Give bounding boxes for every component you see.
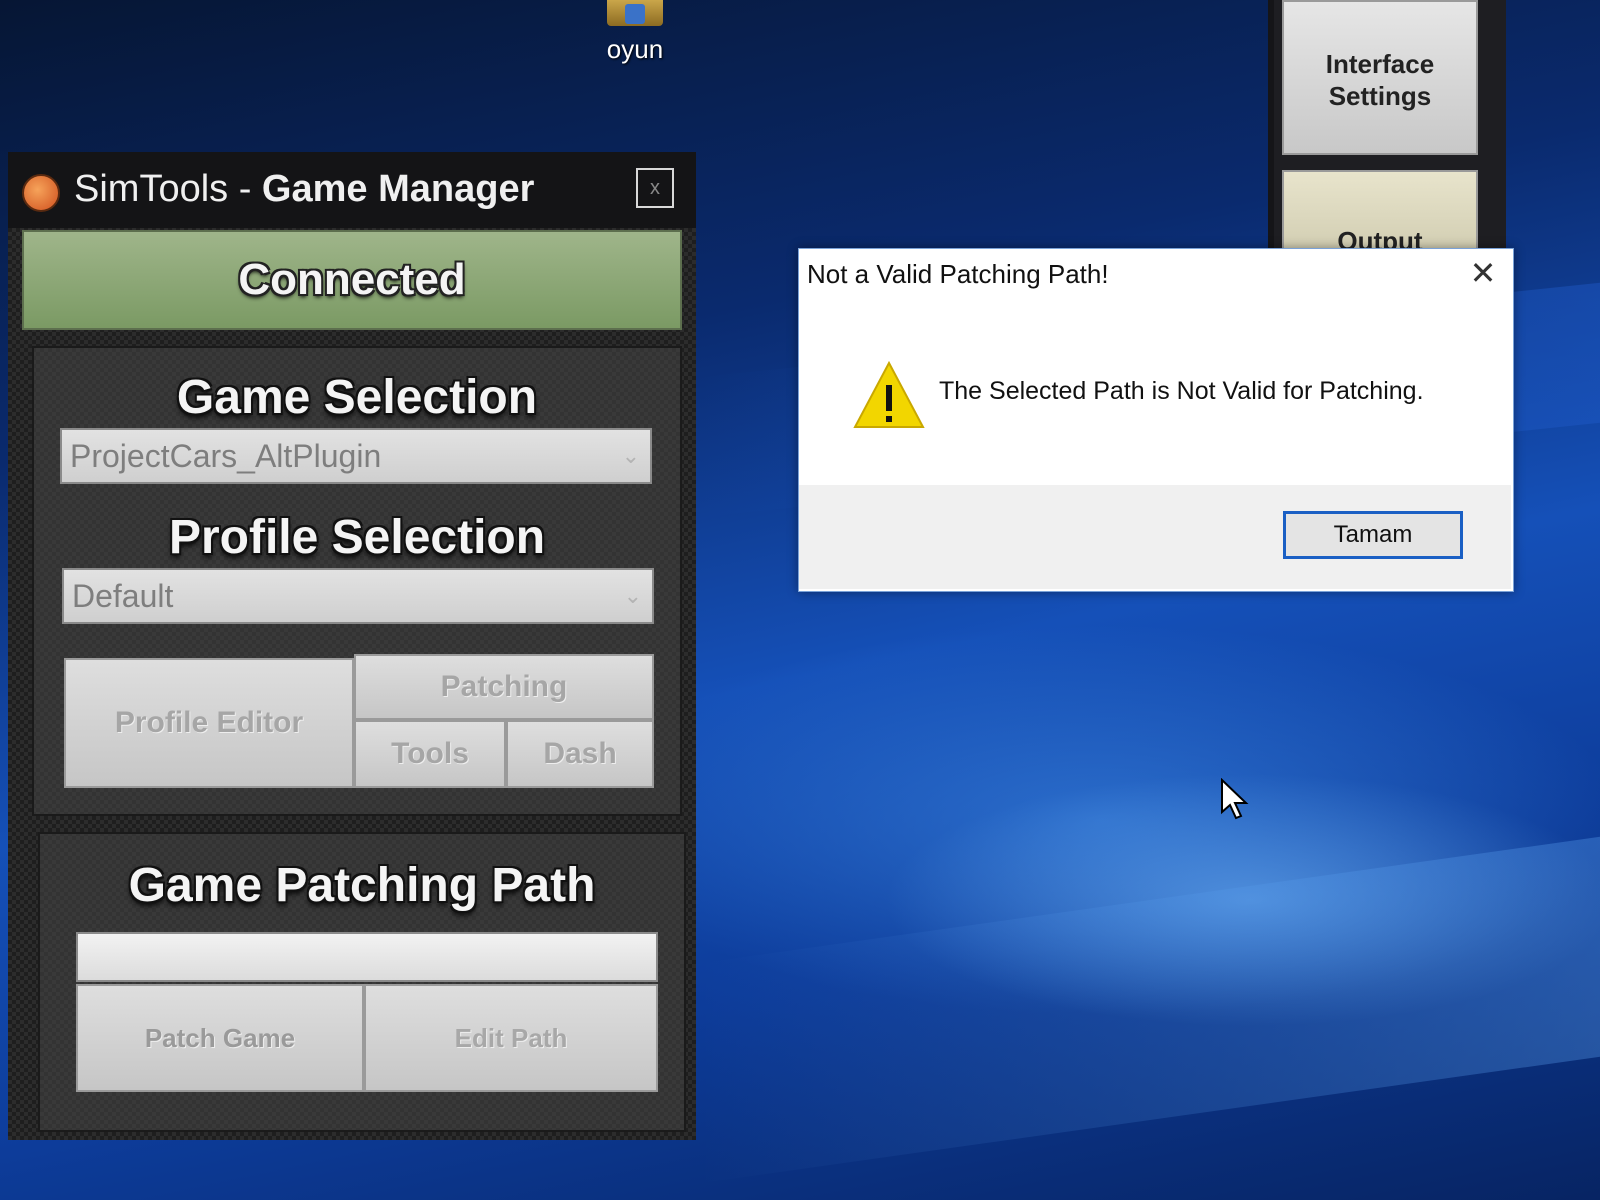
error-dialog: Not a Valid Patching Path! ✕ The Selecte…: [798, 248, 1514, 592]
simtools-game-manager-window: SimTools - Game Manager x Connected Game…: [8, 152, 696, 1140]
warning-icon: [853, 361, 925, 428]
dialog-message: The Selected Path is Not Valid for Patch…: [939, 377, 1424, 405]
edit-path-button[interactable]: Edit Path: [364, 984, 658, 1092]
profile-selection-dropdown[interactable]: Default ⌄: [62, 568, 654, 624]
chevron-down-icon: ⌄: [621, 443, 640, 468]
dash-button[interactable]: Dash: [506, 720, 654, 788]
folder-icon: [607, 0, 663, 26]
game-selection-value: ProjectCars_AltPlugin: [70, 438, 382, 474]
chevron-down-icon: ⌄: [623, 583, 642, 608]
window-titlebar: SimTools - Game Manager x: [8, 152, 696, 228]
patch-game-button[interactable]: Patch Game: [76, 984, 364, 1092]
selection-section: Game Selection ProjectCars_AltPlugin ⌄ P…: [32, 346, 682, 816]
game-selection-dropdown[interactable]: ProjectCars_AltPlugin ⌄: [60, 428, 652, 484]
ok-button[interactable]: Tamam: [1283, 511, 1463, 559]
desktop-icon-oyun[interactable]: oyun: [590, 0, 680, 65]
patching-button[interactable]: Patching: [354, 654, 654, 720]
window-close-button[interactable]: x: [636, 168, 674, 208]
window-title: SimTools - Game Manager: [74, 168, 534, 211]
game-patching-path-heading: Game Patching Path: [128, 859, 596, 912]
desktop-icon-label: oyun: [606, 34, 664, 64]
dialog-close-button[interactable]: ✕: [1465, 255, 1501, 291]
simtools-logo-icon: [22, 174, 60, 212]
patching-path-section: Game Patching Path Patch Game Edit Path: [38, 832, 686, 1132]
mouse-cursor-icon: [1221, 778, 1249, 820]
interface-settings-button[interactable]: Interface Settings: [1282, 0, 1478, 155]
patching-path-input[interactable]: [76, 932, 658, 982]
desktop-light-beam: [700, 836, 1600, 1184]
tools-button[interactable]: Tools: [354, 720, 506, 788]
profile-editor-button[interactable]: Profile Editor: [64, 658, 354, 788]
window-title-bold: Game Manager: [261, 168, 535, 210]
profile-selection-value: Default: [72, 578, 174, 614]
dialog-title: Not a Valid Patching Path!: [807, 259, 1109, 289]
dialog-footer: Tamam: [799, 485, 1511, 589]
window-title-prefix: SimTools -: [74, 168, 262, 210]
game-selection-heading: Game Selection: [176, 371, 538, 424]
profile-selection-heading: Profile Selection: [168, 511, 546, 564]
connection-status-banner: Connected: [22, 230, 682, 330]
output-button[interactable]: Output: [1282, 170, 1478, 260]
